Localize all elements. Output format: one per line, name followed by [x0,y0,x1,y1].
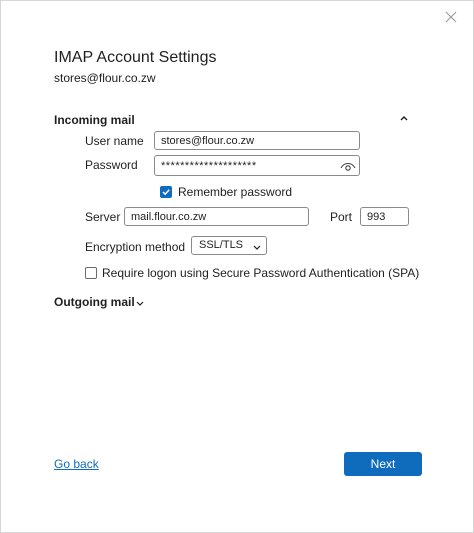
username-input[interactable] [154,131,360,150]
eye-icon[interactable] [339,159,357,173]
incoming-mail-header: Incoming mail [54,113,135,127]
password-label: Password [85,158,138,172]
spa-label: Require logon using Secure Password Auth… [102,266,420,280]
imap-settings-dialog: IMAP Account Settings stores@flour.co.zw… [0,0,474,533]
close-icon[interactable] [443,9,459,25]
page-title: IMAP Account Settings [54,49,217,66]
spa-checkbox[interactable] [85,267,97,279]
outgoing-mail-header[interactable]: Outgoing mail [54,295,144,310]
server-label: Server [85,210,121,224]
password-input[interactable] [154,155,360,176]
account-email: stores@flour.co.zw [54,71,156,85]
remember-password-checkbox[interactable] [160,186,172,198]
remember-password-label: Remember password [178,185,293,199]
chevron-up-icon[interactable] [398,111,410,125]
encryption-method-select[interactable]: SSL/TLS [191,236,267,255]
chevron-down-icon [136,296,144,310]
chevron-down-icon [253,242,261,250]
server-input[interactable] [124,207,309,226]
go-back-link[interactable]: Go back [54,457,99,471]
outgoing-mail-label: Outgoing mail [54,295,135,309]
port-label: Port [330,210,353,224]
username-label: User name [85,134,144,148]
next-button[interactable]: Next [344,452,422,476]
encryption-method-label: Encryption method [85,240,186,254]
encryption-method-value: SSL/TLS [199,239,244,251]
port-input[interactable] [360,207,409,226]
